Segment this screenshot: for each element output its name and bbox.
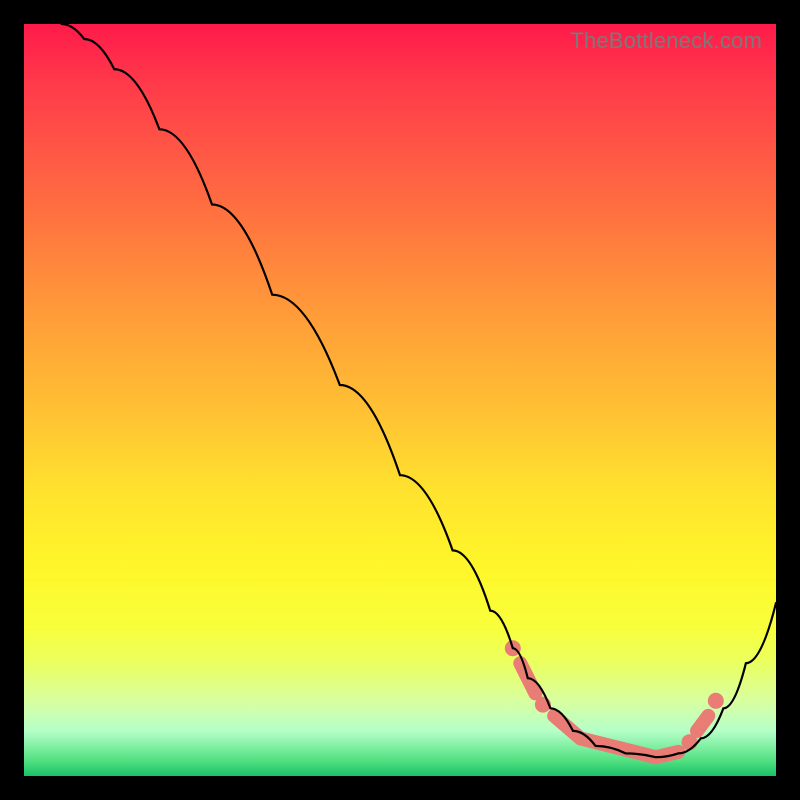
chart-plot-area: TheBottleneck.com xyxy=(24,24,776,776)
chart-svg xyxy=(24,24,776,776)
chart-frame: TheBottleneck.com xyxy=(0,0,800,800)
marker-dot xyxy=(708,693,724,709)
marker-segment xyxy=(697,716,708,731)
bead-markers xyxy=(505,640,724,757)
data-curve xyxy=(62,24,776,757)
